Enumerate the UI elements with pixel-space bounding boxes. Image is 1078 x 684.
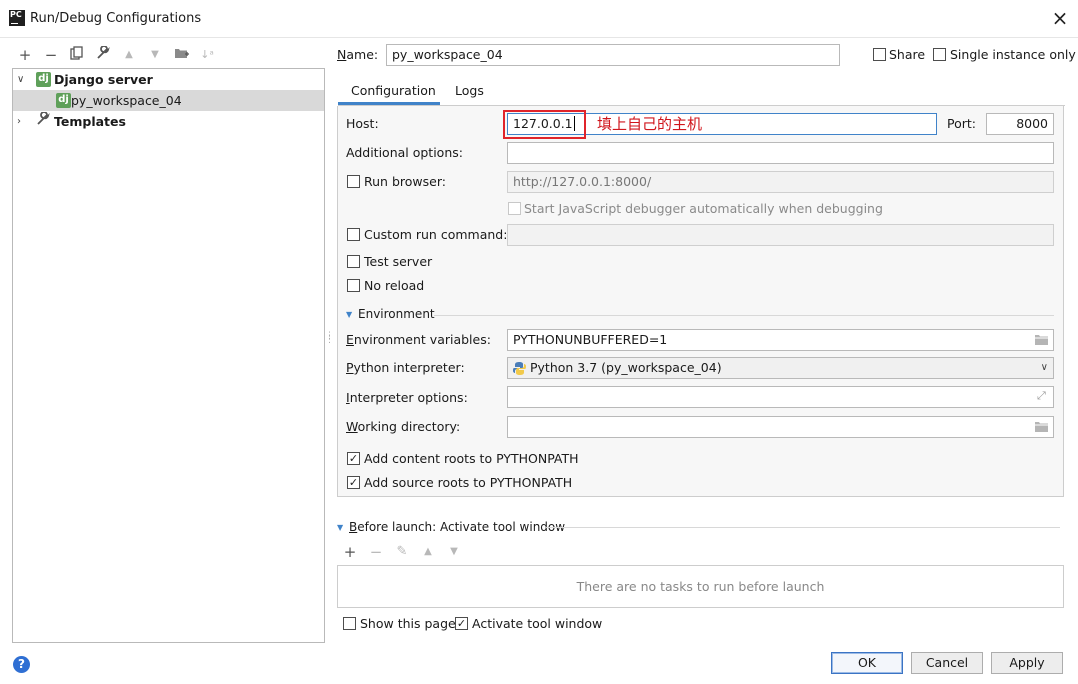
before-launch-task-list: There are no tasks to run before launch [337, 565, 1064, 608]
show-page-label: Show this page [360, 616, 456, 631]
add-source-roots-label: Add source roots to PYTHONPATH [364, 475, 573, 490]
add-task-icon[interactable]: + [341, 543, 359, 561]
wrench-icon [36, 111, 50, 133]
host-label: Host: [346, 116, 379, 131]
js-debugger-checkbox[interactable] [508, 202, 521, 215]
activate-tool-checkbox[interactable]: ✓ [455, 617, 468, 630]
run-browser-checkbox[interactable] [347, 175, 360, 188]
chevron-down-icon[interactable]: ∨ [17, 69, 24, 90]
env-vars-value: PYTHONUNBUFFERED=1 [513, 332, 668, 347]
move-up-icon[interactable]: ▲ [120, 46, 138, 64]
interpreter-options-label: Interpreter options: [346, 390, 468, 405]
port-label: Port: [947, 116, 976, 131]
no-reload-label: No reload [364, 278, 425, 293]
chevron-down-icon: ∨ [1040, 362, 1048, 373]
interpreter-value: Python 3.7 (py_workspace_04) [530, 360, 722, 375]
close-icon[interactable]: × [1050, 8, 1070, 28]
expand-icon[interactable]: ⤢ [1037, 389, 1046, 403]
working-dir-input[interactable] [507, 416, 1054, 438]
help-icon[interactable]: ? [13, 656, 30, 673]
name-label: Name: [337, 47, 379, 62]
interpreter-select[interactable]: Python 3.7 (py_workspace_04) ∨ [507, 357, 1054, 379]
move-down-icon[interactable]: ▼ [445, 543, 463, 561]
move-down-icon[interactable]: ▼ [146, 46, 164, 64]
env-vars-input[interactable]: PYTHONUNBUFFERED=1 [507, 329, 1054, 351]
env-vars-label: Environment variables: [346, 332, 491, 347]
environment-section-label: Environment [358, 307, 435, 321]
share-label: Share [889, 47, 926, 62]
configuration-panel [337, 106, 1064, 497]
python-icon [513, 362, 526, 375]
cancel-button[interactable]: Cancel [911, 652, 983, 674]
window-title: Run/Debug Configurations [30, 11, 202, 26]
edit-task-icon[interactable]: ✎ [393, 543, 411, 561]
splitter-handle[interactable]: ⋮ ⋮ [325, 332, 334, 345]
activate-tool-label: Activate tool window [472, 616, 603, 631]
run-browser-label: Run browser: [364, 174, 446, 189]
add-content-roots-checkbox[interactable]: ✓ [347, 452, 360, 465]
remove-task-icon[interactable]: − [367, 543, 385, 561]
add-icon[interactable]: + [16, 46, 34, 64]
js-debugger-label: Start JavaScript debugger automatically … [524, 201, 883, 216]
tree-group-templates[interactable]: › Templates [13, 111, 324, 132]
tab-configuration[interactable]: Configuration [351, 83, 436, 98]
highlight-box [503, 110, 586, 139]
test-server-label: Test server [364, 254, 433, 269]
django-icon: dj [36, 72, 51, 87]
tree-item-py-workspace[interactable]: dj py_workspace_04 [13, 90, 324, 111]
collapse-triangle-icon[interactable]: ▼ [346, 310, 352, 319]
ok-button[interactable]: OK [831, 652, 903, 674]
working-dir-label: Working directory: [346, 419, 461, 434]
custom-run-checkbox[interactable] [347, 228, 360, 241]
tab-logs[interactable]: Logs [455, 83, 484, 98]
move-up-icon[interactable]: ▲ [419, 543, 437, 561]
add-content-roots-label: Add content roots to PYTHONPATH [364, 451, 579, 466]
run-browser-url-input[interactable]: http://127.0.0.1:8000/ [507, 171, 1054, 193]
copy-icon[interactable] [68, 46, 86, 64]
section-divider [434, 315, 1054, 316]
section-divider [546, 527, 1060, 528]
single-instance-label: Single instance only [950, 47, 1076, 62]
custom-run-input[interactable] [507, 224, 1054, 246]
tree-group-label: Django server [54, 72, 153, 87]
tree-group-django-server[interactable]: ∨ dj Django server [13, 69, 324, 90]
no-reload-checkbox[interactable] [347, 279, 360, 292]
django-icon: dj [56, 93, 71, 108]
remove-icon[interactable]: − [42, 46, 60, 64]
additional-options-label: Additional options: [346, 145, 463, 160]
name-input[interactable]: py_workspace_04 [386, 44, 840, 66]
port-input[interactable]: 8000 [986, 113, 1054, 135]
tree-group-label: Templates [54, 114, 126, 129]
custom-run-label: Custom run command: [364, 227, 508, 242]
single-instance-checkbox[interactable] [933, 48, 946, 61]
before-launch-text: efore launch: Activate tool window [357, 520, 566, 534]
tree-item-label: py_workspace_04 [71, 93, 182, 108]
pycharm-app-icon: PC [9, 10, 25, 26]
new-folder-icon[interactable] [172, 46, 190, 64]
collapse-triangle-icon[interactable]: ▼ [337, 523, 343, 532]
sort-icon[interactable]: ↓ᵃ [198, 46, 216, 64]
wrench-icon[interactable] [94, 45, 112, 64]
before-launch-label: Before launch: Activate tool window [349, 520, 566, 534]
show-page-checkbox[interactable] [343, 617, 356, 630]
share-checkbox[interactable] [873, 48, 886, 61]
empty-tasks-text: There are no tasks to run before launch [576, 579, 825, 594]
test-server-checkbox[interactable] [347, 255, 360, 268]
additional-options-input[interactable] [507, 142, 1054, 164]
configuration-tree: ∨ dj Django server dj py_workspace_04 › … [12, 68, 325, 643]
folder-icon[interactable] [1034, 334, 1050, 346]
folder-icon[interactable] [1034, 421, 1050, 433]
add-source-roots-checkbox[interactable]: ✓ [347, 476, 360, 489]
chevron-right-icon[interactable]: › [17, 111, 21, 132]
apply-button[interactable]: Apply [991, 652, 1063, 674]
interpreter-label: Python interpreter: [346, 360, 465, 375]
interpreter-options-input[interactable] [507, 386, 1054, 408]
host-annotation: 填上自己的主机 [597, 115, 703, 133]
